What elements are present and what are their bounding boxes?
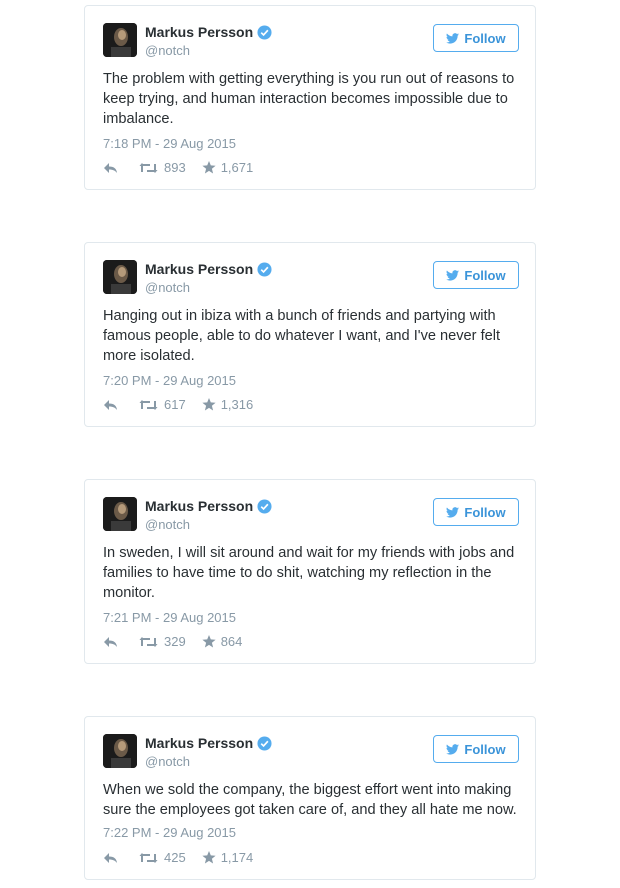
tweet-text: The problem with getting everything is y… xyxy=(103,71,515,127)
star-icon xyxy=(202,851,216,864)
retweet-count: 329 xyxy=(164,634,186,649)
follow-button[interactable]: Follow xyxy=(433,735,519,763)
follow-label: Follow xyxy=(464,504,506,520)
verified-badge-icon xyxy=(257,24,272,40)
avatar[interactable] xyxy=(103,734,137,768)
star-icon xyxy=(202,635,216,648)
tweet-timestamp[interactable]: 7:18 PM - 29 Aug 2015 xyxy=(103,136,236,151)
tweet-actions: 893 1,671 xyxy=(103,160,253,175)
retweet-button[interactable]: 329 xyxy=(139,634,186,649)
twitter-bird-icon xyxy=(446,32,460,44)
reply-button[interactable] xyxy=(103,852,119,864)
tweet-text: In sweden, I will sit around and wait fo… xyxy=(103,545,515,601)
author-row: Markus Persson xyxy=(145,498,272,514)
author-name[interactable]: Markus Persson xyxy=(145,261,253,277)
retweet-icon xyxy=(139,636,158,647)
author-name[interactable]: Markus Persson xyxy=(145,498,253,514)
reply-icon xyxy=(104,399,117,410)
retweet-button[interactable]: 617 xyxy=(139,397,186,412)
reply-button[interactable] xyxy=(103,399,119,411)
retweet-count: 617 xyxy=(164,397,186,412)
tweet-timestamp[interactable]: 7:20 PM - 29 Aug 2015 xyxy=(103,373,236,388)
verified-badge-icon xyxy=(257,498,272,514)
follow-label: Follow xyxy=(464,741,506,757)
like-button[interactable]: 1,671 xyxy=(202,160,254,175)
like-button[interactable]: 1,316 xyxy=(202,397,254,412)
author-handle[interactable]: @notch xyxy=(145,754,190,769)
tweet-card: Markus Persson @notch Follow The problem… xyxy=(84,5,536,190)
like-button[interactable]: 864 xyxy=(202,634,243,649)
reply-icon xyxy=(104,636,117,647)
tweet-card: Markus Persson @notch Follow When we sol… xyxy=(84,716,536,880)
retweet-icon xyxy=(139,162,158,173)
avatar[interactable] xyxy=(103,23,137,57)
twitter-bird-icon xyxy=(446,743,460,755)
verified-badge-icon xyxy=(257,261,272,277)
star-icon xyxy=(202,398,216,411)
reply-button[interactable] xyxy=(103,162,119,174)
author-name[interactable]: Markus Persson xyxy=(145,735,253,751)
tweet-card: Markus Persson @notch Follow In sweden, … xyxy=(84,479,536,664)
follow-button[interactable]: Follow xyxy=(433,498,519,526)
author-handle[interactable]: @notch xyxy=(145,517,190,532)
tweet-actions: 329 864 xyxy=(103,634,242,649)
like-count: 1,671 xyxy=(220,160,254,175)
tweet-text: When we sold the company, the biggest ef… xyxy=(103,782,517,818)
follow-label: Follow xyxy=(464,267,506,283)
tweet-timestamp[interactable]: 7:21 PM - 29 Aug 2015 xyxy=(103,610,236,625)
twitter-bird-icon xyxy=(446,269,460,281)
retweet-button[interactable]: 893 xyxy=(139,160,186,175)
like-count: 1,316 xyxy=(220,397,254,412)
tweet-text: Hanging out in ibiza with a bunch of fri… xyxy=(103,308,501,364)
author-row: Markus Persson xyxy=(145,735,272,751)
reply-icon xyxy=(104,852,117,863)
author-row: Markus Persson xyxy=(145,24,272,40)
author-name[interactable]: Markus Persson xyxy=(145,24,253,40)
tweet-card: Markus Persson @notch Follow Hanging out… xyxy=(84,242,536,427)
like-count: 864 xyxy=(220,634,243,649)
reply-button[interactable] xyxy=(103,636,119,648)
retweet-icon xyxy=(139,852,158,863)
author-row: Markus Persson xyxy=(145,261,272,277)
like-count: 1,174 xyxy=(220,850,254,865)
verified-badge-icon xyxy=(257,735,272,751)
follow-button[interactable]: Follow xyxy=(433,261,519,289)
retweet-button[interactable]: 425 xyxy=(139,850,186,865)
reply-icon xyxy=(104,162,117,173)
follow-label: Follow xyxy=(464,30,506,46)
retweet-count: 425 xyxy=(164,850,186,865)
tweet-timestamp[interactable]: 7:22 PM - 29 Aug 2015 xyxy=(103,825,236,840)
avatar[interactable] xyxy=(103,260,137,294)
like-button[interactable]: 1,174 xyxy=(202,850,254,865)
retweet-count: 893 xyxy=(164,160,186,175)
author-handle[interactable]: @notch xyxy=(145,43,190,58)
follow-button[interactable]: Follow xyxy=(433,24,519,52)
author-handle[interactable]: @notch xyxy=(145,280,190,295)
tweet-actions: 617 1,316 xyxy=(103,397,253,412)
avatar[interactable] xyxy=(103,497,137,531)
tweet-actions: 425 1,174 xyxy=(103,850,253,865)
star-icon xyxy=(202,161,216,174)
twitter-bird-icon xyxy=(446,506,460,518)
retweet-icon xyxy=(139,399,158,410)
